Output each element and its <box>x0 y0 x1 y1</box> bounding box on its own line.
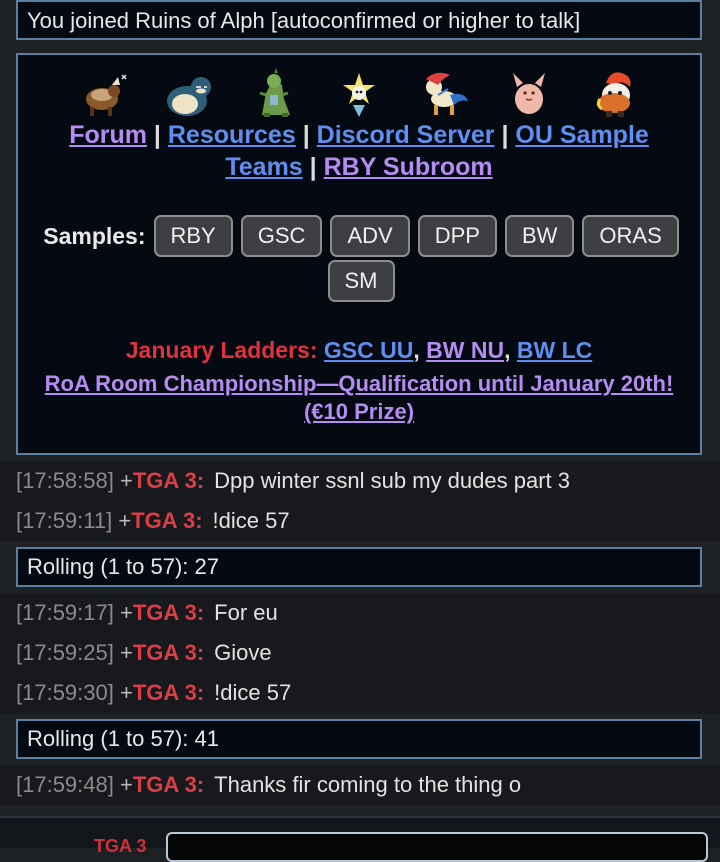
infernape-icon <box>596 72 631 117</box>
chat-message: [17:59:17] +TGA 3: For eu <box>0 593 720 633</box>
username[interactable]: TGA 3: <box>133 772 204 797</box>
sample-rby-button[interactable]: RBY <box>153 215 233 257</box>
ladder-gsc-uu-link[interactable]: GSC UU <box>324 337 413 363</box>
composer-username: TGA 3 <box>94 836 147 856</box>
link-separator: | <box>153 121 161 149</box>
clefable-icon <box>513 73 545 114</box>
link-separator: | <box>501 121 509 149</box>
notice-text: You joined Ruins of Alph [autoconfirmed … <box>27 8 581 33</box>
message-timestamp: [17:59:11] <box>16 508 113 533</box>
chat-message: [17:59:25] +TGA 3: Giove <box>0 633 720 673</box>
message-timestamp: [17:59:17] <box>16 600 114 625</box>
chat-composer: TGA 3 <box>0 816 720 862</box>
forum-link[interactable]: Forum <box>69 121 147 149</box>
username[interactable]: TGA 3: <box>131 508 202 533</box>
user-rank: + <box>120 468 133 493</box>
championship-link[interactable]: RoA Room Championship—Qualification unti… <box>45 371 674 424</box>
rby-subroom-link[interactable]: RBY Subroom <box>324 153 493 181</box>
chat-message: [17:59:48] +TGA 3: Thanks fir coming to t… <box>0 765 720 805</box>
message-text: Dpp winter ssnl sub my dudes part 3 <box>214 468 570 493</box>
ladders-line: January Ladders: GSC UU, BW NU, BW LC <box>18 336 700 364</box>
message-timestamp: [17:58:58] <box>16 468 114 493</box>
sprite-row <box>18 65 700 121</box>
user-rank: + <box>120 640 133 665</box>
user-rank: + <box>120 680 133 705</box>
message-timestamp: [17:59:48] <box>16 772 114 797</box>
dice-roll-result: Rolling (1 to 57): 27 <box>16 547 702 587</box>
username[interactable]: TGA 3: <box>133 640 204 665</box>
user-rank: + <box>120 772 133 797</box>
ladder-bw-lc-link[interactable]: BW LC <box>517 337 592 363</box>
samples-label: Samples: <box>43 223 146 249</box>
message-text: !dice 57 <box>212 508 290 533</box>
message-timestamp: [17:59:25] <box>16 640 114 665</box>
chat-message: [17:59:30] +TGA 3: !dice 57 <box>0 673 720 713</box>
snorlax-icon <box>167 77 211 116</box>
tyranitar-icon <box>259 68 290 117</box>
message-text: Thanks fir coming to the thing o <box>214 772 522 797</box>
ladders-label: January Ladders: <box>125 337 318 363</box>
jirachi-icon <box>343 73 375 117</box>
discord-server-link[interactable]: Discord Server <box>317 121 495 149</box>
ou-sample-teams-link-cont[interactable]: Teams <box>225 153 302 181</box>
link-separator: | <box>309 153 317 181</box>
resources-link[interactable]: Resources <box>168 121 296 149</box>
roll-text: Rolling (1 to 57): 27 <box>27 554 219 579</box>
message-text: Giove <box>214 640 272 665</box>
room-join-notice: You joined Ruins of Alph [autoconfirmed … <box>16 0 702 40</box>
message-timestamp: [17:59:30] <box>16 680 114 705</box>
chat-message: [17:59:11] +TGA 3: !dice 57 <box>0 501 720 541</box>
championship-line: RoA Room Championship—Qualification unti… <box>38 370 680 426</box>
ladder-comma: , <box>413 337 420 363</box>
ladder-bw-nu-link[interactable]: BW NU <box>426 337 504 363</box>
username[interactable]: TGA 3: <box>133 600 204 625</box>
message-text: !dice 57 <box>214 680 292 705</box>
user-rank: + <box>118 508 132 533</box>
username[interactable]: TGA 3: <box>133 680 204 705</box>
sample-bw-button[interactable]: BW <box>504 215 575 257</box>
sample-oras-button[interactable]: ORAS <box>582 215 679 257</box>
chat-message-input[interactable] <box>166 832 708 862</box>
link-separator: | <box>302 121 310 149</box>
sample-sm-button[interactable]: SM <box>327 260 395 302</box>
room-infobox: Forum | Resources | Discord Server | OU … <box>16 53 702 455</box>
chat-message: [17:58:58] +TGA 3: Dpp winter ssnl sub my… <box>0 461 720 501</box>
sample-dpp-button[interactable]: DPP <box>417 215 497 257</box>
keldeo-icon <box>426 72 468 115</box>
room-links: Forum | Resources | Discord Server | OU … <box>18 119 700 183</box>
username[interactable]: TGA 3: <box>133 468 204 493</box>
sample-gsc-button[interactable]: GSC <box>240 215 323 257</box>
roll-text: Rolling (1 to 57): 41 <box>27 726 219 751</box>
sample-adv-button[interactable]: ADV <box>330 215 410 257</box>
ladder-comma: , <box>504 337 511 363</box>
user-rank: + <box>120 600 133 625</box>
dice-roll-result: Rolling (1 to 57): 41 <box>16 719 702 759</box>
samples-row: Samples: RBY GSC ADV DPP BW ORAS SM <box>38 215 684 302</box>
tauros-icon <box>86 74 127 116</box>
message-text: For eu <box>214 600 278 625</box>
ou-sample-teams-link[interactable]: OU Sample <box>515 121 648 149</box>
